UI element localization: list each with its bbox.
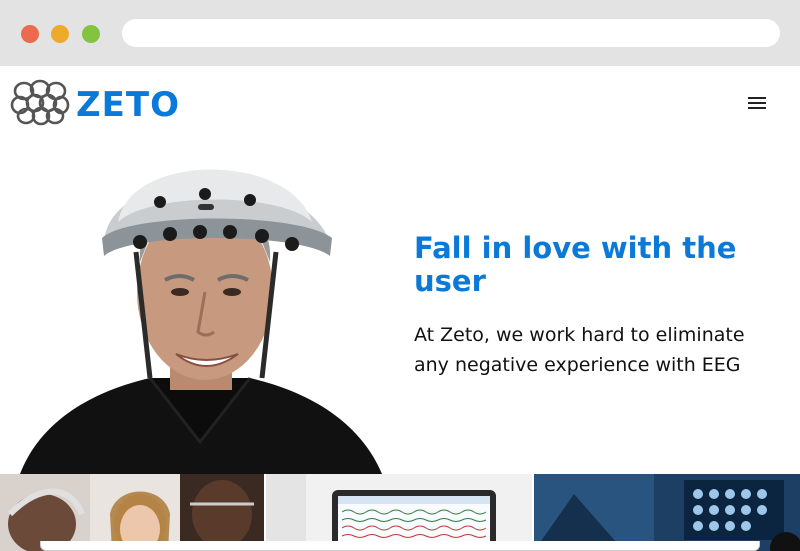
eeg-monitor-image bbox=[534, 474, 800, 551]
hero-copy: Fall in love with the user At Zeto, we w… bbox=[414, 232, 784, 380]
hamburger-menu-icon[interactable] bbox=[746, 94, 770, 112]
logo-wordmark: ZETO bbox=[76, 85, 180, 125]
eeg-monitor-photo[interactable] bbox=[534, 474, 800, 551]
hero-body: At Zeto, we work hard to eliminate any n… bbox=[414, 324, 745, 376]
thumbnail-strip bbox=[0, 474, 800, 551]
bottom-frame-edge bbox=[40, 541, 760, 551]
hero-title: Fall in love with the user bbox=[414, 231, 737, 298]
close-window-button[interactable] bbox=[21, 25, 39, 43]
brain-logo-icon bbox=[10, 79, 70, 126]
clinicians-image bbox=[0, 474, 264, 551]
zeto-logo[interactable]: ZETO bbox=[10, 79, 210, 129]
web-page: ZETO Fall in love with the user At Zeto,… bbox=[0, 66, 800, 551]
maximize-window-button[interactable] bbox=[82, 25, 100, 43]
eeg-tablet-photo[interactable] bbox=[266, 474, 532, 551]
clinicians-photo[interactable] bbox=[0, 474, 264, 551]
minimize-window-button[interactable] bbox=[51, 25, 69, 43]
browser-chrome bbox=[0, 0, 800, 66]
hero-photo-man-with-eeg-headset bbox=[20, 169, 382, 474]
eeg-tablet-image bbox=[266, 474, 532, 551]
address-bar[interactable] bbox=[122, 19, 780, 47]
